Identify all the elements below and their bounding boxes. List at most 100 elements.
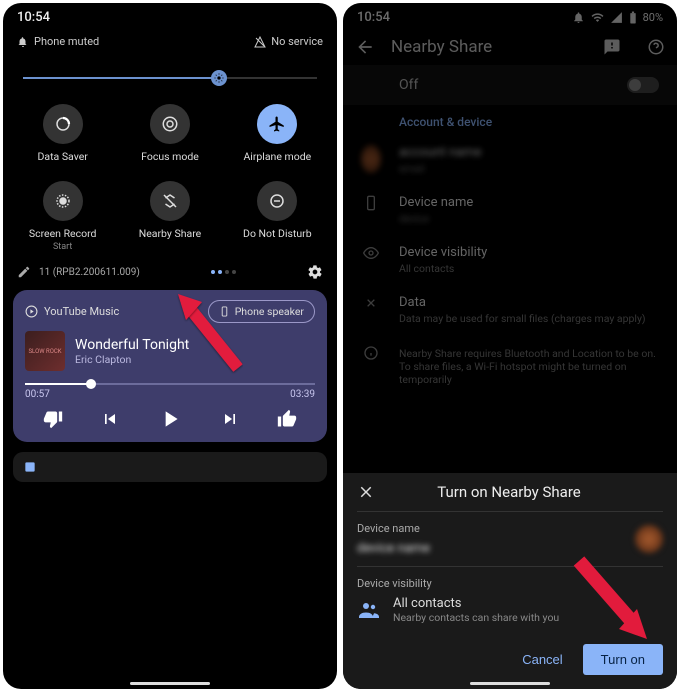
contacts-icon [357,598,381,622]
data-usage-row[interactable]: Data Data may be used for small files (c… [343,285,677,335]
no-service-indicator: No service [254,35,323,48]
tile-focus-mode[interactable]: Focus mode [116,100,223,167]
focus-mode-icon [161,115,179,133]
nearby-share-icon [161,192,179,210]
master-toggle-row[interactable]: Off [343,65,677,105]
brightness-slider[interactable] [23,68,317,88]
thumbs-up-icon[interactable] [277,409,297,429]
visibility-label: Device visibility [357,577,663,590]
feedback-icon[interactable] [603,38,621,56]
brightness-thumb[interactable] [211,70,227,86]
account-email: email [399,162,659,175]
help-icon[interactable] [647,38,665,56]
edit-icon[interactable] [17,265,31,279]
bell-off-icon [17,36,29,48]
phone-left-quicksettings: 10:54 Phone muted No service Data Saver … [3,3,337,689]
device-visibility-row[interactable]: Device visibility All contacts [343,235,677,285]
account-row[interactable]: account name email [343,135,677,185]
sheet-device-name-row[interactable]: Device name device name [357,511,663,566]
data-saver-icon [54,115,72,133]
battery-percent: 80% [643,11,663,24]
thumbs-down-icon[interactable] [43,409,63,429]
row-sub: All contacts [399,262,659,275]
page-title: Nearby Share [391,37,587,57]
account-name: account name [399,145,659,160]
status-bar: 10:54 80% [343,3,677,29]
device-name-value: device name [357,541,430,556]
tile-airplane-mode[interactable]: Airplane mode [224,100,331,167]
album-art: SLOW ROCK [25,331,65,371]
device-avatar [635,525,663,553]
media-output-button[interactable]: Phone speaker [208,300,315,323]
device-name-label: Device name [357,522,430,535]
screen-record-icon [54,192,72,210]
track-title: Wonderful Tonight [75,337,189,353]
app-bar: Nearby Share [343,29,677,65]
info-row: Nearby Share requires Bluetooth and Loca… [343,335,677,396]
tile-label: Do Not Disturb [243,227,312,240]
bell-off-icon [572,11,585,24]
tile-nearby-share[interactable]: Nearby Share [116,177,223,256]
tile-data-saver[interactable]: Data Saver [9,100,116,167]
media-app-name: YouTube Music [25,305,119,318]
row-title: Device visibility [399,245,659,260]
gesture-nav-pill[interactable] [470,682,550,685]
tile-label: Nearby Share [139,227,202,240]
notification-stub[interactable] [13,452,327,482]
turn-on-sheet: Turn on Nearby Share Device name device … [343,473,677,689]
sheet-title: Turn on Nearby Share [355,483,663,501]
qs-header: Phone muted No service [3,29,337,54]
tile-screen-record[interactable]: Screen Record Start [9,177,116,256]
qs-footer: 11 (RPB2.200611.009) [3,256,337,286]
info-icon [363,345,379,361]
gesture-nav-pill[interactable] [130,682,210,685]
play-icon[interactable] [157,406,183,432]
status-time: 10:54 [17,10,50,25]
airplane-icon [268,115,286,133]
sheet-visibility-row[interactable]: Device visibility All contacts Nearby co… [357,566,663,634]
data-icon [363,295,379,311]
status-bar: 10:54 [3,3,337,29]
time-elapsed: 00:57 [25,389,50,400]
device-name-value: device [399,212,659,225]
tile-label: Airplane mode [243,150,311,163]
skip-next-icon[interactable] [220,409,240,429]
turn-on-button[interactable]: Turn on [583,644,663,675]
phone-right-nearby-share-settings: 10:54 80% Nearby Share Off Account & dev… [343,3,677,689]
no-service-label: No service [271,35,323,48]
track-artist: Eric Clapton [75,353,189,366]
tile-label: Screen Record [29,227,97,240]
cancel-button[interactable]: Cancel [510,644,574,675]
row-title: Device name [399,195,659,210]
youtube-music-icon [25,305,38,318]
time-total: 03:39 [290,389,315,400]
signal-icon [610,11,623,24]
battery-icon [629,11,637,24]
wifi-icon [591,11,604,24]
tile-do-not-disturb[interactable]: Do Not Disturb [224,177,331,256]
media-card: YouTube Music Phone speaker SLOW ROCK Wo… [13,290,327,442]
visibility-value: All contacts [393,596,559,611]
row-title: Data [399,295,659,310]
media-progress-slider[interactable] [25,381,315,387]
phone-muted-indicator: Phone muted [17,35,99,48]
toggle-state-label: Off [399,77,418,93]
row-sub: Data may be used for small files (charge… [399,312,659,325]
back-arrow-icon[interactable] [355,37,375,57]
phone-muted-label: Phone muted [34,35,99,48]
qs-tiles-grid: Data Saver Focus mode Airplane mode Scre… [3,96,337,256]
dnd-icon [268,192,286,210]
master-switch[interactable] [627,77,659,93]
phone-icon [363,195,379,211]
screenshot-icon [23,460,37,474]
account-avatar [361,145,381,173]
page-indicator [211,270,236,274]
visibility-sub: Nearby contacts can share with you [393,611,559,624]
tile-sublabel: Start [53,242,72,252]
signal-off-icon [254,36,266,48]
device-name-row[interactable]: Device name device [343,185,677,235]
settings-gear-icon[interactable] [307,264,323,280]
status-time: 10:54 [357,10,390,25]
skip-previous-icon[interactable] [100,409,120,429]
tile-label: Data Saver [37,150,87,163]
